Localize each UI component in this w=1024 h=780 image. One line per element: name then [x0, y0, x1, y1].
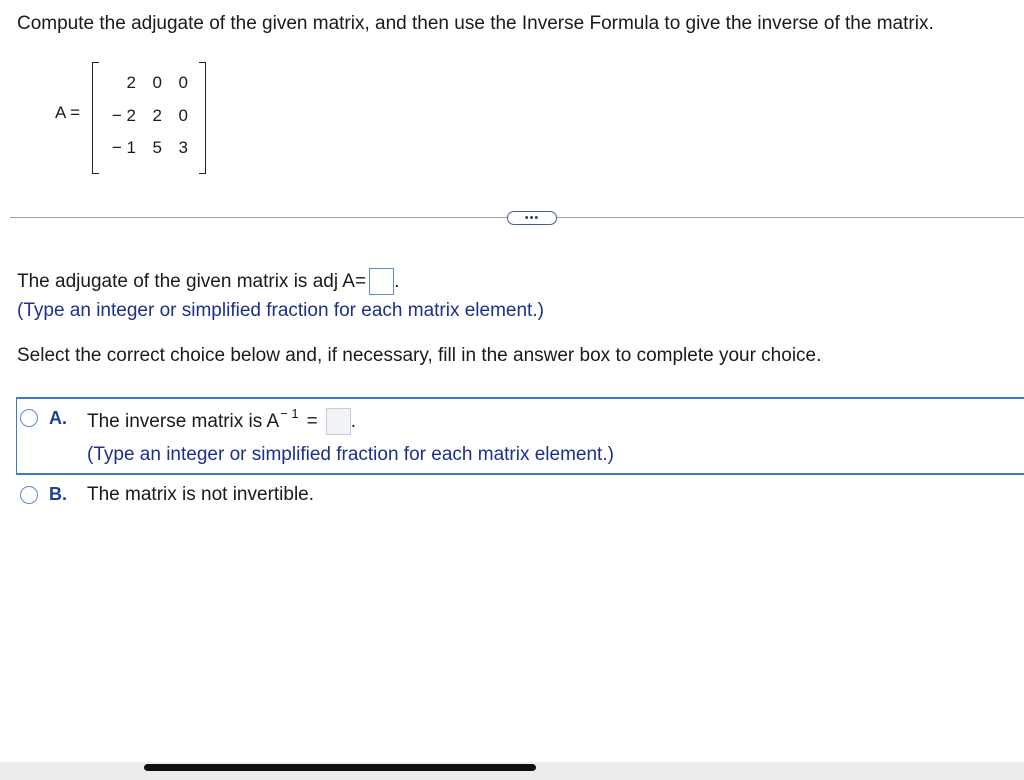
choice-a-text: The inverse matrix is A − 1 = .	[87, 406, 356, 435]
matrix-row: − 2 2 0	[110, 101, 188, 134]
matrix-cell: 2	[126, 73, 136, 92]
adjugate-answer-box[interactable]	[369, 268, 395, 295]
choice-a-letter: A.	[49, 408, 67, 428]
matrix-cell: 5	[152, 138, 162, 157]
choice-a-hint: (Type an integer or simplified fraction …	[87, 444, 614, 465]
matrix-cell: 0	[152, 73, 162, 92]
adjugate-hint: (Type an integer or simplified fraction …	[17, 300, 544, 321]
choice-b-text: The matrix is not invertible.	[87, 484, 315, 505]
matrix-label: A =	[55, 103, 81, 122]
matrix-a: A = 2 0 0 − 2 2 0 − 1 5 3	[0, 60, 260, 180]
instruction-text: Select the correct choice below and, if …	[17, 345, 822, 366]
matrix-cell: 2	[152, 105, 162, 125]
more-options-button[interactable]: •••	[507, 211, 557, 225]
choice-a-prefix: The inverse matrix is A	[87, 410, 280, 432]
matrix-cell: − 1	[111, 138, 136, 157]
question-text: Compute the adjugate of the given matrix…	[17, 13, 934, 34]
choice-b-radio[interactable]	[20, 486, 38, 504]
choice-a-radio[interactable]	[20, 409, 38, 427]
matrix-cell: 0	[178, 105, 188, 125]
choice-b-letter: B.	[49, 484, 67, 504]
matrix-left-bracket	[92, 62, 99, 174]
matrix-grid: 2 0 0 − 2 2 0 − 1 5 3	[110, 68, 188, 166]
home-indicator[interactable]	[144, 764, 536, 771]
adjugate-suffix: .	[394, 270, 400, 292]
matrix-row: 2 0 0	[110, 68, 188, 101]
adjugate-prompt: The adjugate of the given matrix is adj …	[17, 268, 399, 295]
choice-a-equals: =	[306, 410, 318, 432]
matrix-cell: − 2	[111, 105, 136, 125]
inverse-exponent: − 1	[280, 406, 299, 421]
matrix-row: − 1 5 3	[110, 133, 188, 166]
adjugate-prefix: The adjugate of the given matrix is adj …	[17, 270, 367, 292]
choice-a-suffix: .	[350, 410, 356, 432]
matrix-cell: 0	[178, 73, 188, 92]
matrix-cell: 3	[178, 138, 188, 157]
matrix-right-bracket	[199, 62, 206, 174]
inverse-answer-box[interactable]	[325, 408, 351, 435]
